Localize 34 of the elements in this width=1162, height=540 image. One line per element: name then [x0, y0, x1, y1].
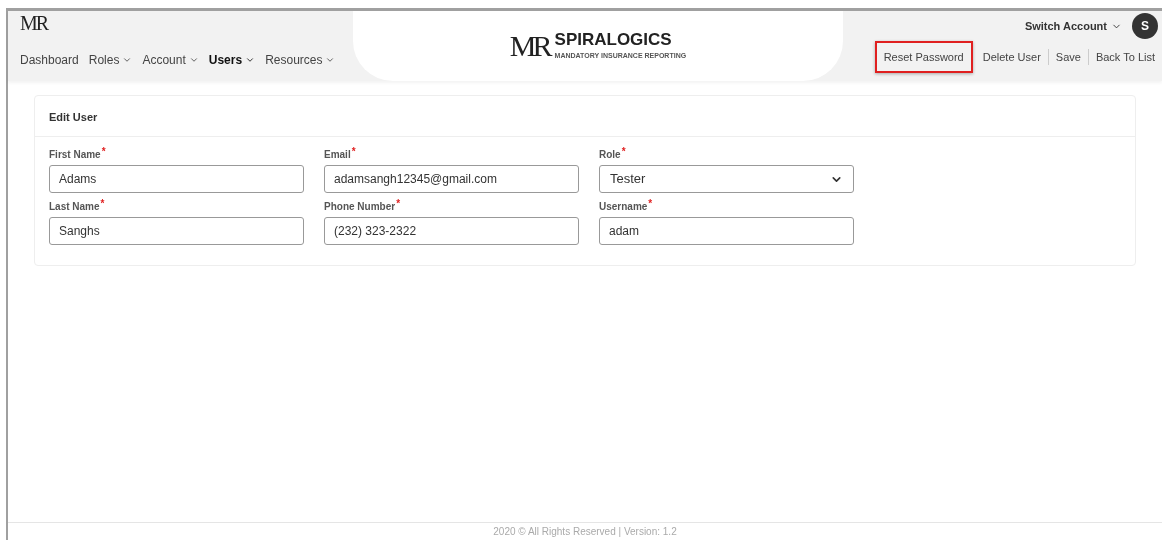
- header-action-link[interactable]: Back To List: [1088, 46, 1162, 67]
- nav-menu-item[interactable]: Users: [208, 51, 256, 69]
- field-label: Phone Number: [324, 200, 396, 214]
- nav-menu-item[interactable]: Account: [142, 51, 199, 69]
- field-label: First Name: [49, 148, 101, 162]
- field-label: Last Name: [49, 200, 100, 214]
- nav-menu-item[interactable]: Roles: [88, 51, 133, 69]
- input-field[interactable]: (232) 323-2322: [324, 217, 579, 245]
- header-action-link[interactable]: Delete User: [975, 46, 1048, 67]
- card-title: Edit User: [49, 111, 98, 123]
- input-field[interactable]: Adams: [49, 165, 304, 193]
- input-field[interactable]: adamsangh12345@gmail.com: [324, 165, 579, 193]
- header-action-link[interactable]: Save: [1048, 46, 1088, 67]
- role-select[interactable]: Tester: [599, 165, 854, 193]
- brand-name: SPIRALOGICS: [554, 30, 673, 48]
- footer-text: 2020 © All Rights Reserved | Version: 1.2: [493, 525, 677, 539]
- nav-menu-item[interactable]: Resources: [265, 51, 336, 69]
- required-mark: *: [396, 199, 401, 209]
- switch-account-menu[interactable]: Switch Account: [1024, 17, 1122, 35]
- header-action-link[interactable]: Reset Password: [874, 40, 973, 73]
- required-mark: *: [648, 199, 653, 209]
- input-field[interactable]: adam: [599, 217, 854, 245]
- corner-logo[interactable]: MR: [20, 13, 353, 33]
- field-label: Username: [599, 200, 648, 214]
- field-label: Role: [599, 148, 621, 162]
- brand-mark: MR: [509, 31, 549, 61]
- nav-menu-item[interactable]: Dashboard: [20, 51, 79, 69]
- required-mark: *: [351, 147, 356, 157]
- required-mark: *: [101, 147, 106, 157]
- input-field[interactable]: Sanghs: [49, 217, 304, 245]
- user-avatar[interactable]: S: [1132, 13, 1158, 39]
- required-mark: *: [100, 199, 105, 209]
- field-label: Email: [324, 148, 351, 162]
- required-mark: *: [621, 147, 626, 157]
